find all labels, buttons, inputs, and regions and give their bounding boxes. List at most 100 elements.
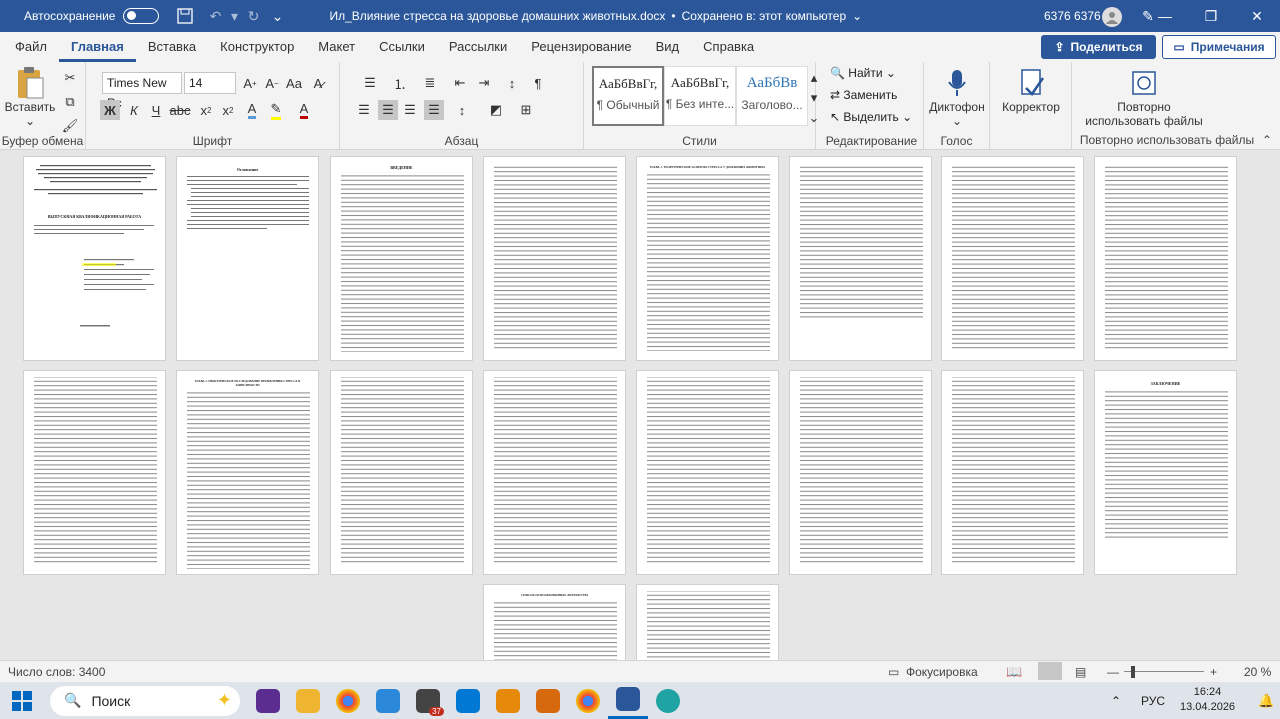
chrome-icon[interactable] — [328, 682, 368, 719]
italic-button[interactable]: К — [124, 100, 144, 120]
text-effects-icon[interactable]: A — [242, 100, 262, 120]
page-11[interactable] — [330, 370, 473, 575]
maximize-button[interactable]: ❐ — [1188, 0, 1234, 32]
outlook-icon[interactable] — [448, 682, 488, 719]
align-center-icon[interactable]: ☰ — [378, 100, 398, 120]
page-4[interactable] — [483, 156, 626, 361]
highlight-icon[interactable]: ✎ — [266, 100, 286, 120]
tab-view[interactable]: Вид — [644, 32, 692, 62]
subscript-button[interactable]: x2 — [196, 100, 216, 120]
collapse-ribbon-icon[interactable]: ⌃ — [1262, 133, 1272, 147]
font-family-select[interactable]: Times New Rc — [102, 72, 182, 110]
file-explorer-icon[interactable] — [288, 682, 328, 719]
select-button[interactable]: ↖ Выделить ⌄ — [830, 110, 912, 124]
print-layout-button[interactable] — [1038, 662, 1062, 680]
page-3[interactable]: ВВЕДЕНИЕ — [330, 156, 473, 361]
styles-scroll-up-icon[interactable]: ▴ — [809, 68, 819, 88]
zoom-slider-thumb[interactable] — [1131, 666, 1135, 678]
mail-icon[interactable]: 37 — [408, 682, 448, 719]
reuse-files-button[interactable]: Повторно использовать файлы — [1080, 68, 1208, 128]
replace-button[interactable]: ⇄ Заменить — [830, 88, 897, 102]
clear-formatting-icon[interactable]: A̷ — [308, 73, 328, 93]
user-name[interactable]: 6376 6376 — [1044, 9, 1101, 23]
styles-scroll-down-icon[interactable]: ▾ — [809, 88, 819, 108]
copy-icon[interactable]: ⧉ — [60, 92, 80, 112]
bullets-icon[interactable]: ☰ — [360, 73, 380, 93]
styles-more-icon[interactable]: ⌄ — [809, 108, 820, 128]
shrink-font-icon[interactable]: A − — [262, 73, 282, 93]
start-button[interactable] — [2, 682, 42, 719]
font-size-select[interactable]: 14 — [184, 72, 236, 94]
page-2[interactable]: Оглавление — [176, 156, 319, 361]
page-5[interactable]: ГЛАВА 1. ТЕОРЕТИЧЕСКИЕ АСПЕКТЫ СТРЕССА У… — [636, 156, 779, 361]
tab-insert[interactable]: Вставка — [136, 32, 208, 62]
align-right-icon[interactable]: ☰ — [400, 100, 420, 120]
increase-indent-icon[interactable]: ⇥ — [474, 73, 494, 93]
app-orange2-icon[interactable] — [528, 682, 568, 719]
chrome-2-icon[interactable] — [568, 682, 608, 719]
customize-quick-access-icon[interactable]: ⌄ — [265, 6, 289, 26]
clock[interactable]: 16:24 13.04.2026 — [1180, 685, 1235, 715]
tab-references[interactable]: Ссылки — [367, 32, 437, 62]
sort-icon[interactable]: ↕ — [502, 73, 522, 93]
line-spacing-icon[interactable]: ↕ — [452, 100, 472, 120]
underline-button[interactable]: Ч — [146, 100, 166, 120]
page-9[interactable] — [23, 370, 166, 575]
avatar[interactable] — [1102, 7, 1122, 27]
app-orange-icon[interactable] — [488, 682, 528, 719]
editor-button[interactable]: Корректор — [1000, 68, 1062, 114]
multilevel-list-icon[interactable]: ≣ — [420, 73, 440, 93]
input-language[interactable]: РУС — [1141, 694, 1165, 708]
dictate-button[interactable]: Диктофон ⌄ — [929, 68, 985, 128]
focus-mode-button[interactable]: Фокусировка — [906, 665, 978, 679]
save-icon[interactable] — [173, 6, 197, 26]
font-color-icon[interactable]: A — [294, 100, 314, 120]
read-mode-icon[interactable]: 📖 — [1006, 664, 1022, 680]
minimize-button[interactable]: — — [1142, 0, 1188, 32]
bold-button[interactable]: Ж — [100, 100, 120, 120]
numbering-icon[interactable]: ⒈ — [390, 73, 410, 93]
word-count[interactable]: Число слов: 3400 — [8, 665, 105, 679]
strikethrough-button[interactable]: abc — [170, 100, 191, 120]
tab-mailings[interactable]: Рассылки — [437, 32, 519, 62]
find-button[interactable]: 🔍 Найти ⌄ — [830, 66, 896, 80]
grow-font-icon[interactable]: A + — [240, 73, 260, 93]
undo-dropdown-icon[interactable]: ▾ — [227, 6, 241, 26]
tab-home[interactable]: Главная — [58, 32, 136, 62]
page-7[interactable] — [941, 156, 1084, 361]
page-8[interactable] — [1094, 156, 1237, 361]
tab-layout[interactable]: Макет — [306, 32, 367, 62]
photos-icon[interactable] — [368, 682, 408, 719]
hidden-icons-icon[interactable]: ⌃ — [1111, 694, 1121, 708]
web-layout-icon[interactable]: ▤ — [1075, 665, 1086, 679]
align-left-icon[interactable]: ☰ — [354, 100, 374, 120]
edge-icon[interactable] — [648, 682, 688, 719]
decrease-indent-icon[interactable]: ⇤ — [450, 73, 470, 93]
focus-icon[interactable]: ▭ — [888, 665, 899, 679]
page-18[interactable] — [636, 584, 779, 664]
justify-icon[interactable]: ☰ — [424, 100, 444, 120]
task-view-icon[interactable] — [248, 682, 288, 719]
page-14[interactable] — [789, 370, 932, 575]
tab-file[interactable]: Файл — [3, 32, 59, 62]
format-painter-icon[interactable]: 🖌 — [60, 116, 80, 136]
cut-icon[interactable]: ✂ — [60, 68, 80, 88]
paste-button[interactable]: Вставить ⌄ — [5, 66, 55, 128]
document-area[interactable]: ВЫПУСКНАЯ КВАЛИФИКАЦИОННАЯ РАБОТА Оглавл… — [0, 151, 1280, 664]
undo-icon[interactable]: ↶ — [203, 6, 227, 26]
tab-help[interactable]: Справка — [691, 32, 766, 62]
page-15[interactable] — [941, 370, 1084, 575]
shading-icon[interactable]: ◩ — [486, 100, 506, 120]
save-status[interactable]: Сохранено в: этот компьютер — [682, 9, 847, 23]
page-1[interactable]: ВЫПУСКНАЯ КВАЛИФИКАЦИОННАЯ РАБОТА — [23, 156, 166, 361]
borders-icon[interactable]: ⊞ — [516, 100, 536, 120]
zoom-slider[interactable] — [1124, 671, 1204, 672]
tab-review[interactable]: Рецензирование — [519, 32, 643, 62]
page-10[interactable]: ГЛАВА 2. ПРАКТИЧЕСКОЕ ИССЛЕДОВАНИЕ ПРОЯВ… — [176, 370, 319, 575]
zoom-out-icon[interactable]: — — [1107, 665, 1119, 679]
page-12[interactable] — [483, 370, 626, 575]
taskbar-search[interactable]: 🔍 Поиск ✦ — [50, 685, 240, 716]
style-normal[interactable]: АаБбВвГг, ¶ Обычный — [592, 66, 664, 126]
page-13[interactable] — [636, 370, 779, 575]
style-heading-1[interactable]: АаБбВв Заголово... — [736, 66, 808, 126]
